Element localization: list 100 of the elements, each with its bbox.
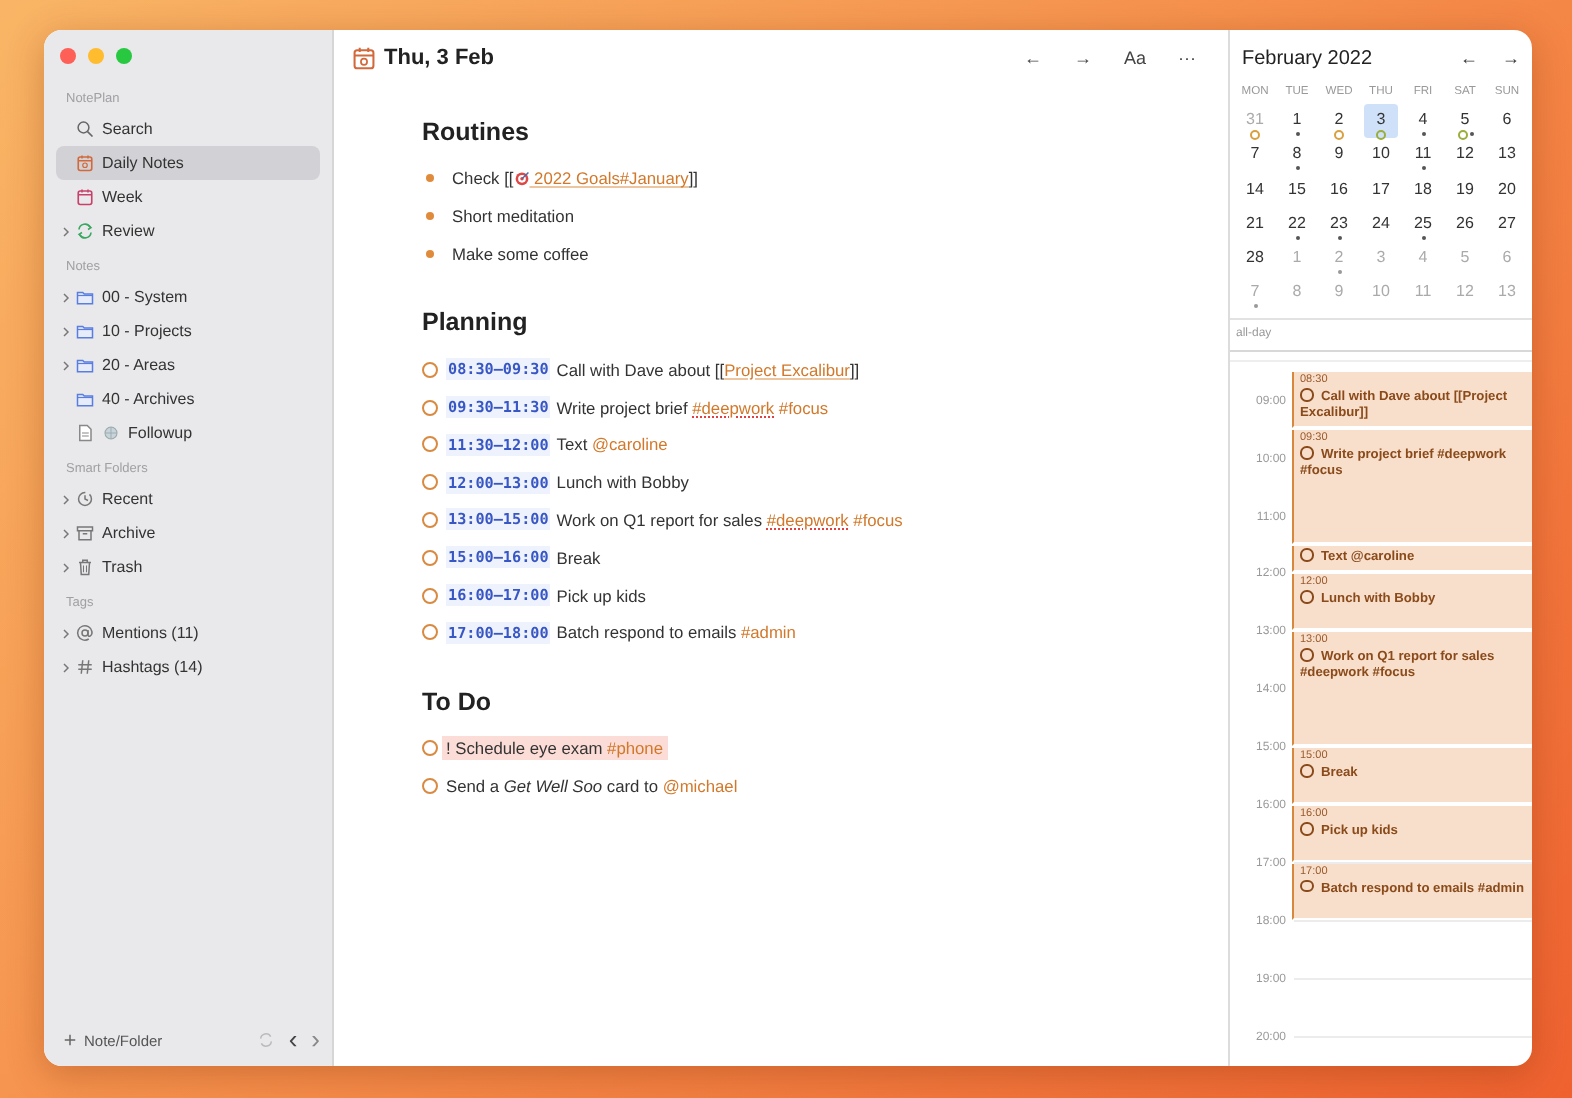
calendar-day[interactable]: 16: [1322, 173, 1356, 208]
window-close-button[interactable]: [60, 48, 76, 64]
calendar-day[interactable]: 10: [1364, 138, 1398, 174]
chevron-icon[interactable]: [62, 225, 70, 237]
search-icon: [76, 120, 94, 138]
task-text: Break: [556, 545, 601, 570]
calendar-day[interactable]: 27: [1490, 207, 1524, 243]
hash-icon: [76, 658, 94, 676]
calendar-day[interactable]: 5: [1448, 104, 1482, 139]
toolbar-button[interactable]: ···: [1166, 48, 1208, 68]
sidebar-item[interactable]: Daily Notes: [56, 146, 320, 180]
task-checkbox[interactable]: [422, 740, 438, 757]
calendar-day[interactable]: 17: [1364, 173, 1398, 208]
sidebar-item[interactable]: 40 - Archives: [56, 382, 320, 416]
calendar-icon: [76, 154, 94, 172]
note-title: Thu, 3 Feb: [384, 46, 494, 70]
calendar-day[interactable]: 1: [1280, 104, 1314, 139]
sync-icon[interactable]: [258, 1032, 275, 1048]
sidebar-item[interactable]: Followup: [56, 416, 320, 450]
calendar-day[interactable]: 26: [1448, 207, 1482, 243]
calendar-day[interactable]: 11: [1406, 138, 1440, 174]
calendar-day[interactable]: 21: [1238, 207, 1272, 243]
sidebar-item[interactable]: 00 - System: [56, 280, 320, 314]
sidebar-item[interactable]: Recent: [56, 482, 320, 516]
chevron-icon[interactable]: [62, 627, 70, 639]
task-text: Text @caroline: [556, 432, 668, 457]
sidebar-item[interactable]: 10 - Projects: [56, 314, 320, 348]
sidebar-item[interactable]: Search: [56, 112, 320, 146]
bullet-icon: [426, 174, 434, 183]
toolbar-button[interactable]: ←: [1011, 48, 1054, 68]
folder-icon: [76, 390, 94, 408]
chevron-icon[interactable]: [62, 359, 70, 371]
calendar-day[interactable]: 23: [1322, 207, 1356, 243]
task-checkbox[interactable]: [422, 511, 438, 528]
window-zoom-button[interactable]: [116, 48, 132, 64]
task-text: ! Schedule eye exam #phone: [442, 736, 667, 761]
section-heading: To Do: [422, 685, 493, 720]
calendar-day[interactable]: 19: [1448, 173, 1482, 208]
sidebar-item[interactable]: Mentions (11): [56, 616, 320, 650]
task-text: Send a Get Well Soo card to @michael: [446, 773, 738, 798]
bullet-icon: [426, 249, 434, 258]
task-checkbox[interactable]: [422, 777, 438, 794]
calendar-day[interactable]: 28: [1238, 242, 1272, 277]
toolbar-button[interactable]: Aa: [1111, 48, 1158, 68]
calendar-day[interactable]: 6: [1490, 104, 1524, 139]
task-checkbox[interactable]: [422, 624, 438, 641]
previous-month-button[interactable]: ←: [1460, 48, 1478, 68]
calendar-day[interactable]: 4: [1406, 104, 1440, 139]
task-text: Call with Dave about [[Project Excalibur]]: [556, 357, 860, 382]
toolbar-button[interactable]: →: [1061, 48, 1104, 68]
section-heading: Routines: [422, 116, 531, 150]
calendar-day[interactable]: 8: [1280, 138, 1314, 174]
task-checkbox[interactable]: [422, 474, 438, 491]
calendar-day[interactable]: 20: [1490, 173, 1524, 208]
calendar-day[interactable]: 24: [1364, 207, 1398, 243]
calendar-day[interactable]: 15: [1280, 173, 1314, 208]
calendar-day[interactable]: 22: [1280, 207, 1314, 243]
calendar-day[interactable]: 12: [1448, 138, 1482, 174]
chevron-icon[interactable]: [62, 325, 70, 337]
sidebar-item[interactable]: Trash: [56, 550, 320, 584]
task-checkbox[interactable]: [422, 549, 438, 566]
archive-icon: [76, 524, 94, 542]
review-icon: [76, 222, 94, 240]
folder-icon: [76, 288, 94, 306]
sidebar-item[interactable]: Archive: [56, 516, 320, 550]
task-text: Pick up kids: [556, 583, 646, 608]
sidebar-item[interactable]: Week: [56, 180, 320, 214]
bullet-icon: [426, 212, 434, 221]
task-text: Lunch with Bobby: [556, 470, 689, 495]
calendar-day[interactable]: 2: [1322, 104, 1356, 139]
at-icon: [76, 624, 94, 642]
calendar-day[interactable]: 13: [1490, 138, 1524, 174]
chevron-icon[interactable]: [62, 493, 70, 505]
calendar-day[interactable]: 25: [1406, 207, 1440, 243]
next-month-button[interactable]: →: [1502, 48, 1520, 68]
task-checkbox[interactable]: [422, 587, 438, 604]
calendar-day[interactable]: 3: [1364, 104, 1398, 139]
task-text: Batch respond to emails #admin: [556, 620, 796, 645]
folder-icon: [76, 322, 94, 340]
window-minimize-button[interactable]: [88, 48, 104, 64]
task-checkbox[interactable]: [422, 399, 438, 416]
chevron-icon[interactable]: [62, 561, 70, 573]
back-button[interactable]: ‹: [288, 1028, 298, 1052]
sidebar-item[interactable]: Review: [56, 214, 320, 248]
folder-icon: [76, 356, 94, 374]
target-icon: [513, 170, 530, 187]
chevron-icon[interactable]: [62, 661, 70, 673]
sidebar-item[interactable]: Hashtags (14): [56, 650, 320, 684]
chevron-icon[interactable]: [62, 291, 70, 303]
task-checkbox[interactable]: [422, 361, 438, 378]
globe-icon: [102, 424, 120, 442]
chevron-icon[interactable]: [62, 527, 70, 539]
plus-icon: [64, 1034, 76, 1046]
task-checkbox[interactable]: [422, 436, 438, 453]
task-text: Check [[ 2022 Goals#January]]: [452, 166, 699, 191]
calendar-day[interactable]: 9: [1322, 138, 1356, 174]
calendar-day[interactable]: 18: [1406, 173, 1440, 208]
calendar-day[interactable]: 14: [1238, 173, 1272, 208]
calendar-day[interactable]: 7: [1238, 138, 1272, 174]
sidebar-item[interactable]: 20 - Areas: [56, 348, 320, 382]
